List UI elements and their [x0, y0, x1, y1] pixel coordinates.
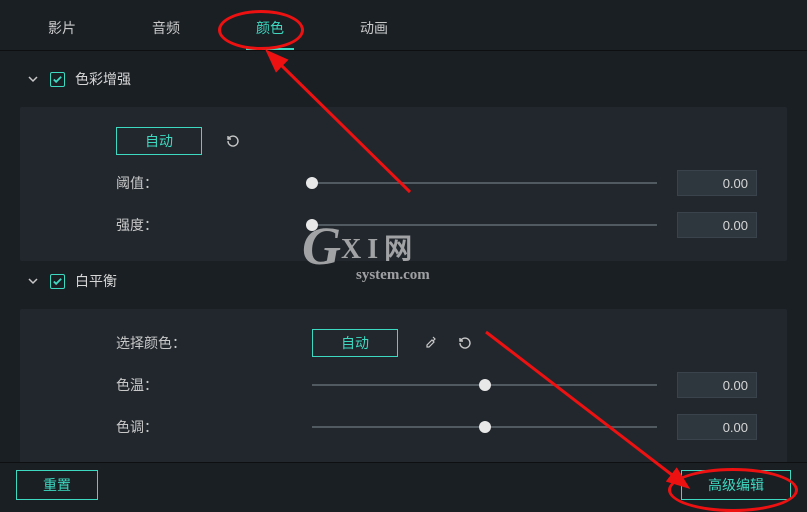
- value-tint[interactable]: 0.00: [677, 414, 757, 440]
- tab-bar: 影片 音频 颜色 动画: [0, 0, 807, 51]
- slider-thumb[interactable]: [479, 421, 491, 433]
- value-temperature[interactable]: 0.00: [677, 372, 757, 398]
- panel-color-enhance: 色彩增强 自动 阈值： 0.00 强度： 0.00: [0, 51, 807, 267]
- section-title-color-enhance: 色彩增强: [75, 69, 131, 89]
- slider-thumb[interactable]: [306, 219, 318, 231]
- reset-icon[interactable]: [454, 332, 476, 354]
- checkbox-white-balance[interactable]: [50, 274, 65, 289]
- label-temperature: 色温：: [116, 375, 202, 395]
- slider-tint[interactable]: [312, 426, 657, 428]
- section-body-white-balance: 选择颜色： 自动 色温： 0.00 色调： 0.00: [20, 309, 787, 463]
- tab-color[interactable]: 颜色: [248, 14, 292, 50]
- tab-video[interactable]: 影片: [40, 14, 84, 50]
- chevron-down-icon[interactable]: [26, 72, 40, 86]
- auto-button-white-balance[interactable]: 自动: [312, 329, 398, 357]
- footer-bar: 重置 高级编辑: [0, 462, 807, 506]
- slider-thumb[interactable]: [479, 379, 491, 391]
- panel-white-balance: 白平衡 选择颜色： 自动 色温： 0.00 色调： 0.00: [0, 267, 807, 469]
- checkbox-color-enhance[interactable]: [50, 72, 65, 87]
- tab-audio[interactable]: 音频: [144, 14, 188, 50]
- slider-thumb[interactable]: [306, 177, 318, 189]
- label-intensity: 强度：: [116, 215, 202, 235]
- slider-threshold[interactable]: [312, 182, 657, 184]
- slider-temperature[interactable]: [312, 384, 657, 386]
- section-title-white-balance: 白平衡: [75, 271, 117, 291]
- label-tint: 色调：: [116, 417, 202, 437]
- section-body-color-enhance: 自动 阈值： 0.00 强度： 0.00: [20, 107, 787, 261]
- eyedropper-icon[interactable]: [418, 332, 440, 354]
- value-intensity[interactable]: 0.00: [677, 212, 757, 238]
- auto-button-color-enhance[interactable]: 自动: [116, 127, 202, 155]
- reset-button[interactable]: 重置: [16, 470, 98, 500]
- slider-intensity[interactable]: [312, 224, 657, 226]
- advanced-edit-button[interactable]: 高级编辑: [681, 470, 791, 500]
- value-threshold[interactable]: 0.00: [677, 170, 757, 196]
- label-threshold: 阈值：: [116, 173, 202, 193]
- tab-motion[interactable]: 动画: [352, 14, 396, 50]
- reset-icon[interactable]: [222, 130, 244, 152]
- chevron-down-icon[interactable]: [26, 274, 40, 288]
- label-pick-color: 选择颜色：: [116, 333, 202, 353]
